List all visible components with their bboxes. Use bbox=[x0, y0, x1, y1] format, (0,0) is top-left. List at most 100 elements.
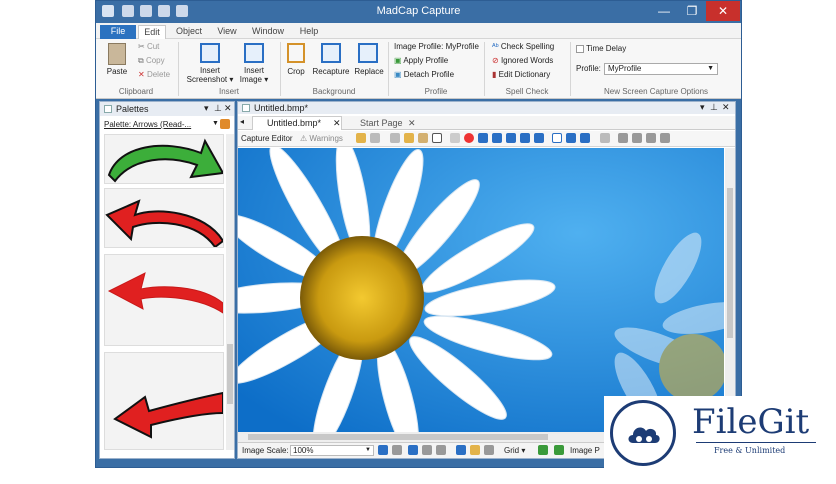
move-icon[interactable] bbox=[456, 445, 466, 455]
copy-button[interactable]: ⧉ Copy bbox=[138, 55, 165, 67]
image-scale-value: 100% bbox=[293, 446, 314, 455]
replace-icon[interactable] bbox=[358, 43, 378, 63]
tool-eraser-icon[interactable] bbox=[450, 133, 460, 143]
detach-profile-button[interactable]: ▣ Detach Profile bbox=[394, 69, 454, 81]
minimize-button[interactable]: — bbox=[650, 1, 678, 21]
tool-curve-icon[interactable] bbox=[506, 133, 516, 143]
title-bar: MadCap Capture — ❐ ✕ bbox=[96, 1, 741, 23]
zoom-select-icon[interactable] bbox=[484, 445, 494, 455]
edit-dictionary-button[interactable]: ▮ Edit Dictionary bbox=[492, 69, 550, 81]
tool-copy-icon[interactable] bbox=[370, 133, 380, 143]
palette-item-red-arrow[interactable] bbox=[104, 254, 224, 346]
cut-button[interactable]: ✂ Cut bbox=[138, 41, 159, 53]
tool-layer-icon[interactable] bbox=[390, 133, 400, 143]
arrow-right-icon[interactable] bbox=[632, 133, 642, 143]
tab-view[interactable]: View bbox=[212, 25, 242, 39]
scrollbar-thumb[interactable] bbox=[248, 434, 548, 440]
tool-rect-icon[interactable] bbox=[552, 133, 562, 143]
tool-stamp-icon[interactable] bbox=[404, 133, 414, 143]
scissors-icon: ✂ bbox=[138, 42, 147, 51]
tool-line-icon[interactable] bbox=[492, 133, 502, 143]
zoom-in-icon[interactable] bbox=[378, 445, 388, 455]
arrow-left-icon[interactable] bbox=[618, 133, 628, 143]
doc-close-icon[interactable]: ✕ bbox=[722, 102, 730, 113]
tab-start-page[interactable]: Start Page ✕ bbox=[346, 117, 416, 129]
scrollbar-thumb[interactable] bbox=[727, 188, 733, 338]
tool-text-icon[interactable] bbox=[580, 133, 590, 143]
zoom-width-icon[interactable] bbox=[422, 445, 432, 455]
replace-button[interactable]: Replace bbox=[352, 67, 386, 76]
separator bbox=[570, 42, 571, 96]
tab-close-icon[interactable]: ✕ bbox=[333, 117, 341, 129]
guides-icon[interactable] bbox=[554, 445, 564, 455]
insert-image-icon[interactable] bbox=[244, 43, 264, 63]
tool-grid-icon[interactable] bbox=[600, 133, 610, 143]
crop-button[interactable]: Crop bbox=[282, 67, 310, 76]
doc-menu-icon[interactable]: ▾ bbox=[700, 102, 705, 113]
palette-item-red-arrow[interactable] bbox=[104, 352, 224, 450]
arrow-up-icon[interactable] bbox=[646, 133, 656, 143]
doc-pin-icon[interactable]: ⊥ bbox=[710, 102, 718, 113]
panel-menu-icon[interactable]: ▾ bbox=[204, 103, 209, 114]
check-spelling-button[interactable]: ᴬᵇ Check Spelling bbox=[492, 41, 554, 53]
time-delay-label: Time Delay bbox=[586, 44, 627, 53]
tab-close-icon[interactable]: ✕ bbox=[408, 117, 416, 129]
tab-window[interactable]: Window bbox=[248, 25, 288, 39]
copy-icon: ⧉ bbox=[138, 56, 146, 65]
pointer-icon[interactable] bbox=[432, 133, 442, 143]
paste-icon[interactable] bbox=[108, 43, 126, 65]
tab-file[interactable]: File bbox=[100, 25, 136, 39]
curved-arrow-left-icon bbox=[107, 272, 223, 314]
panel-scrollbar[interactable] bbox=[226, 134, 234, 450]
canvas-vscrollbar[interactable] bbox=[725, 148, 735, 432]
tool-ellipse-icon[interactable] bbox=[520, 133, 530, 143]
panel-close-icon[interactable]: ✕ bbox=[224, 103, 232, 114]
pin-icon[interactable]: ⊥ bbox=[214, 103, 222, 114]
recapture-button[interactable]: Recapture bbox=[310, 67, 352, 76]
paste-button[interactable]: Paste bbox=[100, 67, 134, 76]
zoom-out-icon[interactable] bbox=[408, 445, 418, 455]
tab-untitled[interactable]: Untitled.bmp* ✕ bbox=[252, 116, 342, 130]
crop-icon[interactable] bbox=[287, 43, 305, 63]
tab-edit[interactable]: Edit bbox=[138, 25, 166, 39]
scrollbar-thumb[interactable] bbox=[227, 344, 233, 404]
delete-icon: ✕ bbox=[138, 70, 147, 79]
tool-image-icon[interactable] bbox=[356, 133, 366, 143]
apply-profile-button[interactable]: ▣ Apply Profile bbox=[394, 55, 448, 67]
settings-icon[interactable] bbox=[220, 119, 230, 129]
image-canvas[interactable] bbox=[238, 148, 724, 432]
edit-dictionary-label: Edit Dictionary bbox=[498, 70, 551, 79]
capture-editor-label[interactable]: Capture Editor bbox=[241, 134, 293, 143]
chevron-down-icon[interactable]: ▼ bbox=[212, 120, 219, 127]
restore-button[interactable]: ❐ bbox=[678, 1, 706, 21]
fit-icon[interactable] bbox=[470, 445, 480, 455]
palette-item-red-arrow[interactable] bbox=[104, 188, 224, 248]
ignored-words-button[interactable]: ⊘ Ignored Words bbox=[492, 55, 553, 67]
tab-object[interactable]: Object bbox=[172, 25, 206, 39]
zoom-height-icon[interactable] bbox=[436, 445, 446, 455]
palette-item-green-arrow[interactable] bbox=[104, 134, 224, 184]
insert-image-button[interactable]: Insert Image ▾ bbox=[234, 66, 274, 84]
snap-icon[interactable] bbox=[538, 445, 548, 455]
arrow-down-icon[interactable] bbox=[660, 133, 670, 143]
detach-icon: ▣ bbox=[394, 70, 404, 79]
grid-button[interactable]: Grid ▾ bbox=[504, 446, 525, 455]
tool-rotate-icon[interactable] bbox=[478, 133, 488, 143]
close-button[interactable]: ✕ bbox=[706, 1, 740, 21]
delete-button[interactable]: ✕ Delete bbox=[138, 69, 170, 81]
recapture-icon[interactable] bbox=[321, 43, 341, 63]
hand-icon[interactable] bbox=[418, 133, 428, 143]
tool-callout-icon[interactable] bbox=[566, 133, 576, 143]
chevron-left-icon[interactable]: ◂ bbox=[240, 117, 244, 126]
insert-screenshot-button[interactable]: Insert Screenshot ▾ bbox=[184, 66, 236, 84]
time-delay-checkbox[interactable]: Time Delay bbox=[576, 43, 626, 55]
insert-screenshot-icon[interactable] bbox=[200, 43, 220, 63]
palette-selector[interactable]: Palette: Arrows (Read-... bbox=[104, 120, 214, 132]
tab-help[interactable]: Help bbox=[294, 25, 324, 39]
tool-polygon-icon[interactable] bbox=[534, 133, 544, 143]
profile-select[interactable]: MyProfile ▼ bbox=[604, 63, 718, 75]
image-scale-select[interactable]: 100% ▼ bbox=[290, 445, 374, 456]
record-icon[interactable] bbox=[464, 133, 474, 143]
zoom-fit-icon[interactable] bbox=[392, 445, 402, 455]
warnings-button[interactable]: ⚠ Warnings bbox=[300, 134, 343, 143]
